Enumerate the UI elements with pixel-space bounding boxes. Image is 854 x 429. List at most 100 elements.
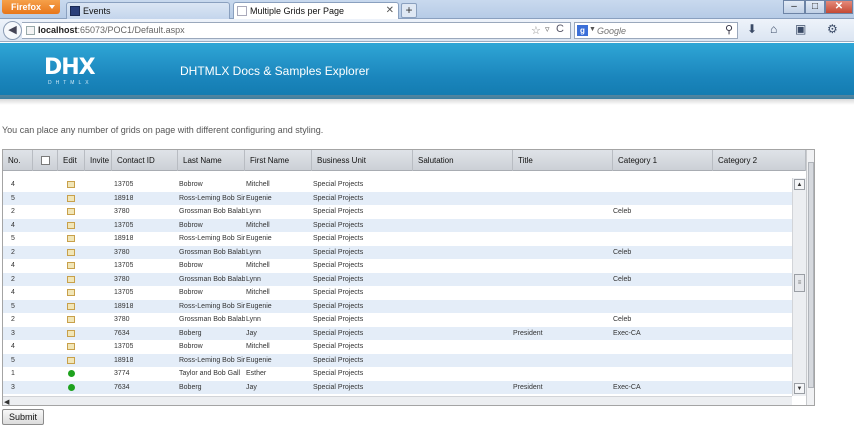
url-host: localhost	[38, 25, 78, 35]
firefox-menu-button[interactable]: Firefox	[2, 0, 60, 14]
table-row[interactable]: 4 13705 Bobrow Mitchell Special Projects	[3, 178, 792, 192]
search-input[interactable]	[597, 24, 717, 37]
home-icon[interactable]: ⌂	[770, 22, 777, 36]
column-header-category-2[interactable]: Category 2	[713, 150, 806, 171]
table-row[interactable]: 5 18918 Ross-Leming Bob Sir Eugenie Special …	[3, 232, 792, 246]
dhx-logo[interactable]: DHX	[44, 55, 96, 80]
edit-icon[interactable]	[67, 289, 75, 296]
table-row[interactable]: 4 13705 Bobrow Mitchell Special Projects	[3, 340, 792, 354]
table-row[interactable]: 3 7634 Boberg Jay Special Projects President E…	[3, 380, 792, 394]
maximize-button[interactable]: □	[805, 0, 825, 14]
edit-icon[interactable]	[67, 181, 75, 188]
column-header-contact-id[interactable]: Contact ID	[112, 150, 178, 171]
tab-label: Events	[83, 6, 111, 16]
edit-icon[interactable]	[67, 248, 75, 256]
table-row[interactable]: 5 18918 Ross-Leming Bob Sir Eugenie Special …	[3, 299, 792, 313]
column-header-title[interactable]: Title	[513, 150, 613, 171]
cell-last-name: Ross-Leming Bob Sir	[179, 194, 245, 202]
select-all-checkbox[interactable]	[41, 156, 50, 165]
grid-horizontal-scrollbar[interactable]: ◀	[3, 396, 792, 405]
grid-outer-scrollbar[interactable]	[806, 150, 814, 405]
edit-icon[interactable]	[67, 316, 75, 323]
edit-icon[interactable]	[67, 343, 75, 350]
cell-first-name: Jay	[246, 383, 257, 391]
download-icon[interactable]: ⬇	[747, 22, 757, 36]
cell-no: 3	[11, 329, 15, 337]
column-header-business-unit[interactable]: Business Unit	[312, 150, 413, 171]
reload-icon[interactable]: C	[556, 23, 564, 35]
search-bar[interactable]: g ▼ ⚲	[574, 22, 738, 39]
addons-icon[interactable]: ▣	[795, 22, 806, 36]
column-header-first-name[interactable]: First Name	[245, 150, 312, 171]
status-dot-icon[interactable]	[68, 383, 75, 391]
close-tab-icon[interactable]: ✕	[386, 3, 394, 19]
table-row[interactable]: 2 3780 Grossman Bob Balab Lynn Special Proje…	[3, 245, 792, 259]
navigation-bar: ◀ localhost:65073/POC1/Default.aspx ☆ ▿ …	[0, 19, 854, 42]
new-tab-button[interactable]: +	[401, 3, 417, 18]
intro-text: You can place any number of grids on pag…	[2, 125, 324, 135]
cell-contact-id: 13705	[114, 343, 134, 350]
outer-scrollbar-thumb[interactable]	[808, 162, 814, 388]
edit-icon[interactable]	[67, 356, 75, 364]
scrollbar-thumb[interactable]: ≡	[794, 274, 805, 292]
tab-multiple-grids[interactable]: Multiple Grids per Page ✕	[233, 2, 399, 19]
column-header-select[interactable]	[33, 150, 58, 171]
minimize-button[interactable]: –	[783, 0, 805, 14]
status-dot-icon[interactable]	[68, 370, 75, 377]
table-row[interactable]: 5 18918 Ross-Leming Bob Sir Eugenie Special …	[3, 353, 792, 367]
calendar-icon	[70, 6, 80, 16]
url-dropdown-icon[interactable]: ▿	[545, 24, 550, 35]
edit-icon[interactable]	[67, 302, 75, 310]
table-row[interactable]: 2 3780 Grossman Bob Balab Lynn Special Proje…	[3, 205, 792, 219]
table-row[interactable]: 5 18918 Ross-Leming Bob Sir Eugenie Special …	[3, 191, 792, 205]
submit-button[interactable]: Submit	[2, 409, 44, 425]
cell-contact-id: 18918	[114, 194, 134, 202]
scroll-left-icon[interactable]: ◀	[4, 398, 9, 405]
tab-events[interactable]: Events	[66, 2, 230, 19]
cell-last-name: Ross-Leming Bob Sir	[179, 356, 245, 364]
edit-icon[interactable]	[67, 208, 75, 215]
edit-icon[interactable]	[67, 262, 75, 269]
table-row[interactable]: 2 3780 Grossman Bob Balab Lynn Special Proje…	[3, 272, 792, 286]
table-row[interactable]: 3 7634 Boberg Jay Special Projects President E…	[3, 326, 792, 340]
tools-menu-icon[interactable]: ⚙	[827, 22, 838, 36]
grid-vertical-scrollbar[interactable]: ▲ ≡ ▼	[792, 178, 806, 396]
url-bar[interactable]: localhost:65073/POC1/Default.aspx ☆ ▿ C	[22, 22, 571, 39]
cell-first-name: Jay	[246, 329, 257, 337]
cell-contact-id: 3780	[114, 275, 130, 283]
scroll-down-icon[interactable]: ▼	[794, 383, 805, 394]
column-header-invite[interactable]: Invite	[85, 150, 112, 171]
edit-icon[interactable]	[67, 194, 75, 202]
edit-icon[interactable]	[67, 275, 75, 283]
grid-body[interactable]: 4 13705 Bobrow Mitchell Special Projects 5 189…	[3, 178, 792, 396]
scroll-up-icon[interactable]: ▲	[794, 179, 805, 190]
search-icon[interactable]: ⚲	[725, 23, 733, 36]
contacts-grid: No. Edit Invite Contact ID Last Name Fir…	[2, 149, 815, 406]
table-row[interactable]: 4 13705 Bobrow Mitchell Special Projects	[3, 286, 792, 300]
cell-contact-id: 18918	[114, 302, 134, 310]
column-header-salutation[interactable]: Salutation	[413, 150, 513, 171]
cell-no: 4	[11, 262, 15, 269]
edit-icon[interactable]	[67, 221, 75, 229]
edit-icon[interactable]	[67, 235, 75, 242]
table-row[interactable]: 4 13705 Bobrow Mitchell Special Projects	[3, 259, 792, 273]
cell-contact-id: 13705	[114, 181, 134, 188]
table-row[interactable]: 2 3780 Grossman Bob Balab Lynn Special Proje…	[3, 313, 792, 327]
column-header-no[interactable]: No.	[3, 150, 33, 171]
cell-business-unit: Special Projects	[313, 194, 364, 202]
cell-last-name: Grossman Bob Balab	[179, 275, 245, 283]
column-header-category-1[interactable]: Category 1	[613, 150, 713, 171]
close-window-button[interactable]: ✕	[825, 0, 853, 14]
cell-no: 2	[11, 275, 15, 283]
firefox-menu-label: Firefox	[11, 2, 42, 12]
edit-icon[interactable]	[67, 329, 75, 337]
column-header-edit[interactable]: Edit	[58, 150, 85, 171]
back-button[interactable]: ◀	[3, 21, 22, 40]
bookmark-star-icon[interactable]: ☆	[531, 24, 541, 37]
table-row[interactable]: 1 3774 Taylor and Bob Gall Esther Special Pr…	[3, 367, 792, 381]
table-row[interactable]: 4 13705 Bobrow Mitchell Special Projects	[3, 218, 792, 232]
search-engine-dropdown-icon[interactable]: ▼	[589, 26, 596, 33]
column-header-last-name[interactable]: Last Name	[178, 150, 245, 171]
google-icon[interactable]: g	[577, 25, 588, 36]
cell-contact-id: 18918	[114, 235, 134, 242]
